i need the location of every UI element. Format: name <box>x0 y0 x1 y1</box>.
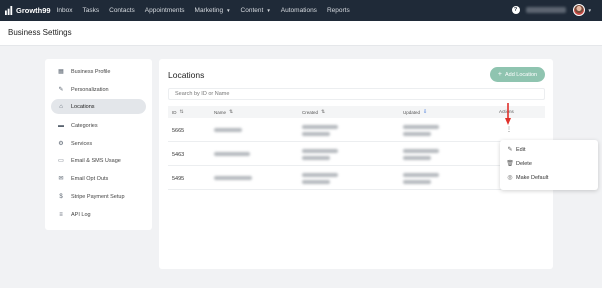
created-time-redacted <box>302 132 330 136</box>
nav-contacts[interactable]: Contacts <box>109 7 135 14</box>
table-header: ID ⇅ Name ⇅ Created ⇅ Updated ⇩ Actions <box>168 106 545 118</box>
help-icon[interactable]: ? <box>511 6 520 14</box>
menu-item-edit[interactable]: ✎ Edit <box>507 147 525 153</box>
location-id: 5495 <box>172 176 185 182</box>
nav-appointments[interactable]: Appointments <box>145 7 185 14</box>
nav-automations[interactable]: Automations <box>281 7 317 14</box>
locations-panel: Locations + Add Location Search by ID or… <box>159 59 553 269</box>
avatar[interactable] <box>572 4 585 16</box>
trash-icon: 🗑 <box>506 161 514 167</box>
sort-icon: ⇅ <box>229 109 234 115</box>
menu-item-delete[interactable]: 🗑 Delete <box>506 161 532 167</box>
sort-icon: ⇅ <box>321 109 326 115</box>
column-header-updated[interactable]: Updated ⇩ <box>403 109 427 115</box>
updated-time-redacted <box>403 156 431 160</box>
chevron-down-icon: ▼ <box>266 8 271 13</box>
nav-reports[interactable]: Reports <box>327 7 350 14</box>
sidebar-item-email-opt-outs[interactable]: ✉ Email Opt Outs <box>51 171 146 186</box>
add-location-button[interactable]: + Add Location <box>490 67 545 82</box>
created-date-redacted <box>302 173 338 177</box>
sort-descending-icon: ⇩ <box>423 109 428 115</box>
gear-icon: ⚙ <box>58 140 64 147</box>
actions-dropdown-menu: ✎ Edit 🗑 Delete ◎ Make Default <box>500 140 598 190</box>
created-time-redacted <box>302 180 330 184</box>
plus-icon: + <box>497 71 502 78</box>
page-header: Business Settings <box>0 21 602 46</box>
updated-date-redacted <box>403 173 439 177</box>
code-icon: ≡ <box>59 211 63 218</box>
brand-logo[interactable]: Growth99 <box>5 6 51 15</box>
nav-tasks[interactable]: Tasks <box>83 7 100 14</box>
logo-icon <box>5 6 13 15</box>
sort-icon: ⇅ <box>179 109 184 115</box>
brand-name: Growth99 <box>16 6 51 15</box>
nav-marketing[interactable]: Marketing ▼ <box>195 7 231 14</box>
created-date-redacted <box>302 149 338 153</box>
dollar-icon: $ <box>59 193 63 200</box>
sidebar-item-locations[interactable]: ⌂ Locations <box>51 99 146 114</box>
created-time-redacted <box>302 156 330 160</box>
target-icon: ◎ <box>507 175 513 181</box>
section-title: Locations <box>168 70 205 80</box>
updated-date-redacted <box>403 125 439 129</box>
sidebar-item-services[interactable]: ⚙ Services <box>51 136 146 151</box>
red-arrow-annotation <box>505 103 511 125</box>
chevron-down-icon: ▼ <box>226 8 231 13</box>
more-actions-icon[interactable]: ⋮ <box>506 127 512 133</box>
search-placeholder: Search by ID or Name <box>175 91 230 97</box>
paint-icon: ✎ <box>58 86 64 93</box>
location-name-redacted <box>214 128 242 132</box>
updated-date-redacted <box>403 149 439 153</box>
pencil-icon: ✎ <box>507 147 513 153</box>
mail-icon: ✉ <box>58 175 64 182</box>
page-title: Business Settings <box>8 28 72 37</box>
sidebar-item-personalization[interactable]: ✎ Personalization <box>51 82 146 97</box>
search-input[interactable]: Search by ID or Name <box>168 88 545 100</box>
sidebar-item-api-log[interactable]: ≡ API Log <box>51 207 146 222</box>
chat-icon: ▭ <box>58 157 64 164</box>
top-navigation-bar: Growth99 Inbox Tasks Contacts Appointmen… <box>0 0 602 21</box>
sidebar-item-stripe-payment-setup[interactable]: $ Stripe Payment Setup <box>51 189 146 204</box>
sidebar-item-email-sms-usage[interactable]: ▭ Email & SMS Usage <box>51 153 146 168</box>
column-header-name[interactable]: Name ⇅ <box>214 109 233 115</box>
building-icon: ▦ <box>58 68 64 75</box>
sidebar-item-business-profile[interactable]: ▦ Business Profile <box>51 64 146 79</box>
created-date-redacted <box>302 125 338 129</box>
location-icon: ⌂ <box>59 103 63 110</box>
menu-item-make-default[interactable]: ◎ Make Default <box>507 175 548 181</box>
account-name-redacted[interactable] <box>525 7 566 13</box>
column-header-id[interactable]: ID ⇅ <box>172 109 184 115</box>
nav-content[interactable]: Content ▼ <box>241 7 271 14</box>
location-name-redacted <box>214 176 252 180</box>
sidebar-item-categories[interactable]: ▬ Categories <box>51 118 146 133</box>
chevron-down-icon[interactable]: ▼ <box>588 8 592 13</box>
location-name-redacted <box>214 152 250 156</box>
table-row[interactable]: 5463 ⋮ <box>168 143 545 166</box>
table-row[interactable]: 5665 ⋮ <box>168 119 545 142</box>
folder-icon: ▬ <box>58 122 64 129</box>
table-row[interactable]: 5495 ⋮ <box>168 167 545 190</box>
nav-inbox[interactable]: Inbox <box>57 7 73 14</box>
location-id: 5665 <box>172 128 185 134</box>
updated-time-redacted <box>403 180 431 184</box>
location-id: 5463 <box>172 152 185 158</box>
column-header-created[interactable]: Created ⇅ <box>302 109 325 115</box>
settings-sidebar: ▦ Business Profile ✎ Personalization ⌂ L… <box>45 59 152 230</box>
updated-time-redacted <box>403 132 431 136</box>
